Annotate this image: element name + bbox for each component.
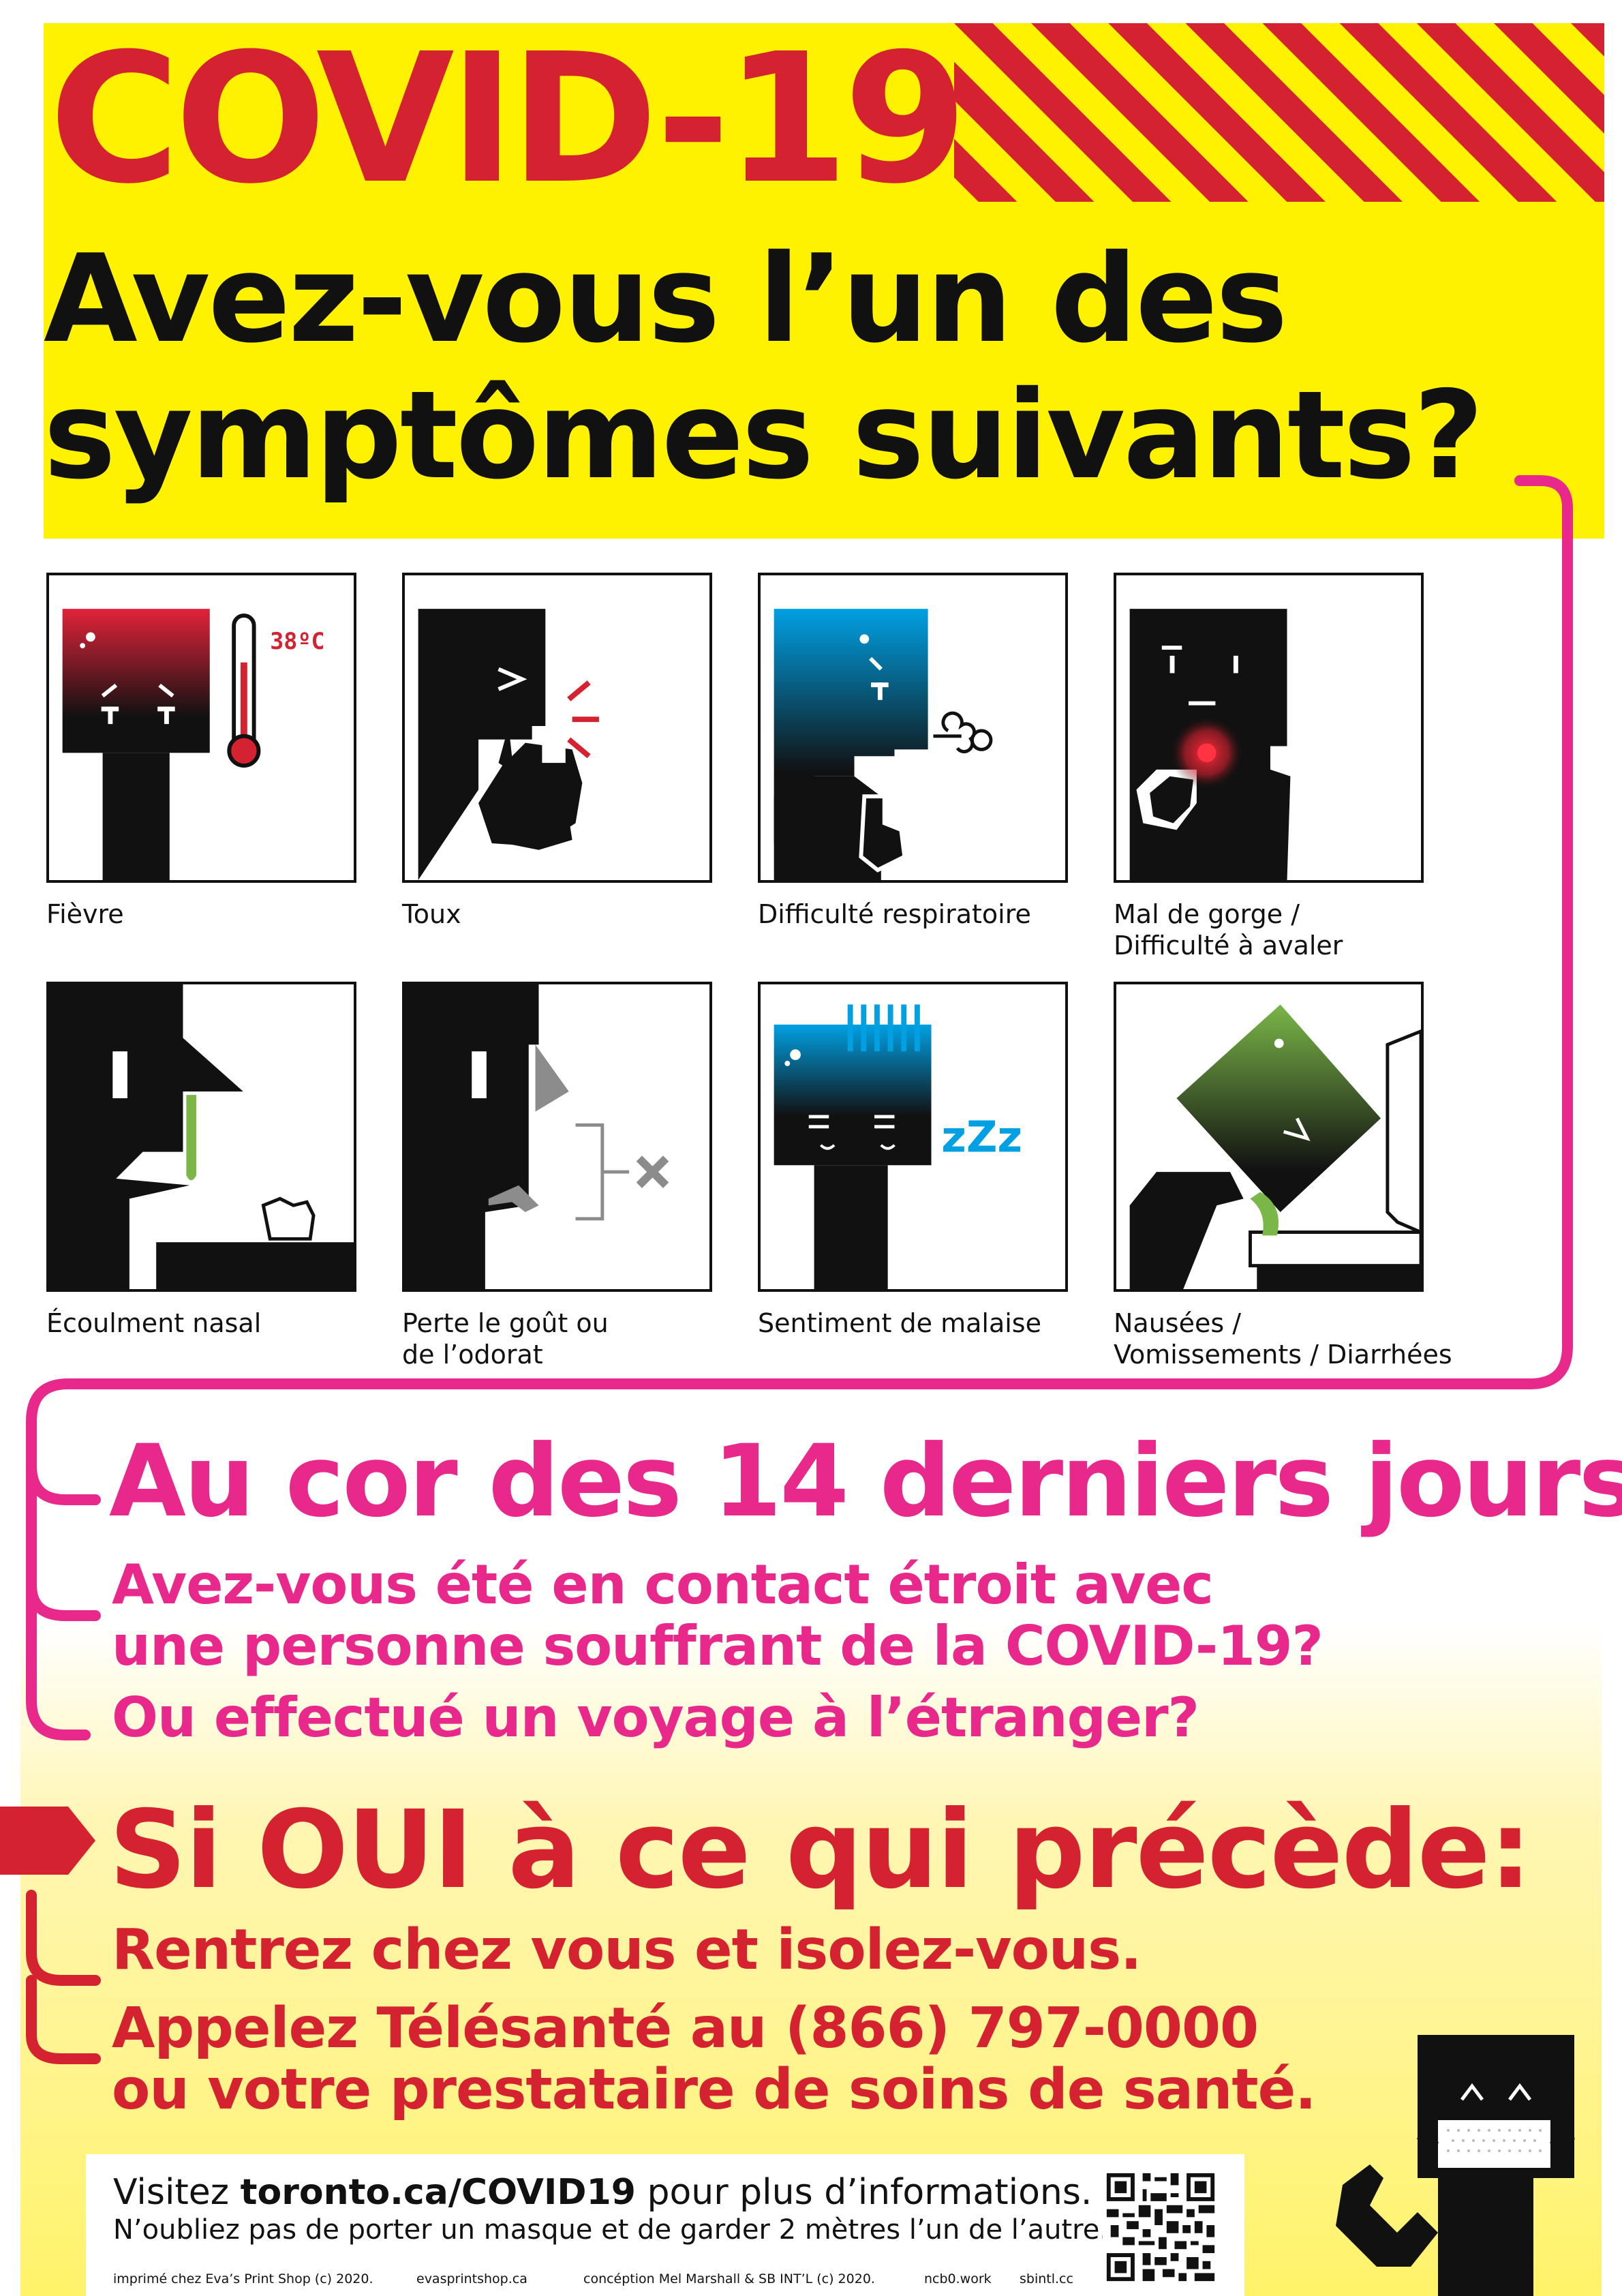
visit-line: Visitez toronto.ca/COVID19 pour plus d’i… — [113, 2172, 1092, 2213]
headline-line-2: symptômes suivants? — [44, 365, 1484, 506]
question-close-contact-line-2: une personne souffrant de la COVID-19? — [112, 1614, 1323, 1678]
visit-prefix: Visitez — [113, 2172, 241, 2213]
symptom-label: Mal de gorge / Difficulté à avaler — [1114, 898, 1550, 961]
runny-nose-icon — [46, 982, 356, 1292]
question-close-contact-line-1: Avez-vous été en contact étroit avec — [112, 1553, 1214, 1616]
instruction-call-line-1: Appelez Télésanté au (866) 797-0000 — [112, 1996, 1259, 2061]
mask-reminder: N’oubliez pas de porter un masque et de … — [113, 2214, 1109, 2246]
fever-temperature-badge: 38ºC — [270, 628, 324, 654]
credit-ncb0: ncb0.work — [924, 2271, 992, 2286]
info-box: Visitez toronto.ca/COVID19 pour plus d’i… — [86, 2154, 1244, 2296]
headline-line-1: Avez-vous l’un des — [44, 228, 1288, 369]
instruction-isolate: Rentrez chez vous et isolez-vous. — [112, 1918, 1142, 1982]
warning-stripes — [954, 23, 1604, 202]
credit-printer: imprimé chez Eva’s Print Shop (c) 2020. — [113, 2271, 373, 2286]
page-title: COVID-19 — [49, 15, 968, 223]
instruction-call-line-2: ou votre prestataire de soins de santé. — [112, 2057, 1316, 2122]
fever-icon: 38ºC — [46, 573, 356, 883]
toronto-link[interactable]: toronto.ca/COVID19 — [241, 2172, 636, 2213]
malaise-icon: zZz — [758, 982, 1068, 1292]
credit-printer-url: evasprintshop.ca — [416, 2271, 527, 2286]
poster: COVID-19 Avez-vous l’un des symptômes su… — [0, 0, 1622, 2296]
symptom-label-line-1: Mal de gorge / — [1114, 899, 1300, 929]
header-banner: COVID-19 Avez-vous l’un des symptômes su… — [44, 23, 1604, 539]
questions-heading: Au cor des 14 derniers jours: — [109, 1423, 1622, 1539]
loss-of-taste-smell-icon — [402, 982, 712, 1292]
credit-sbintl: sbintl.cc — [1020, 2271, 1073, 2286]
visit-suffix: pour plus d’informations. — [635, 2172, 1092, 2213]
symptom-label-line-2: Vomissements / Diarrhées — [1114, 1340, 1452, 1370]
qr-code[interactable] — [1103, 2169, 1219, 2285]
sore-throat-icon — [1114, 573, 1424, 883]
symptom-label-line-2: Difficulté à avaler — [1114, 931, 1343, 961]
credit-design: concéption Mel Marshall & SB INT’L (c) 2… — [583, 2271, 875, 2286]
if-yes-heading: Si OUI à ce qui précède: — [109, 1787, 1532, 1913]
mascot-icon — [1336, 2035, 1575, 2296]
headline: Avez-vous l’un des symptômes suivants? — [44, 228, 1484, 506]
question-travel: Ou effectué un voyage à l’étranger? — [112, 1686, 1199, 1749]
sleep-zzz-badge: zZz — [941, 1113, 1022, 1162]
symptom-label: Nausées / Vomissements / Diarrhées — [1114, 1308, 1550, 1370]
symptom-label-line-1: Nausées / — [1114, 1308, 1242, 1338]
symptom-label-line-2: de l’odorat — [402, 1340, 543, 1370]
breathing-difficulty-icon — [758, 573, 1068, 883]
cough-icon — [402, 573, 712, 883]
nausea-icon — [1114, 982, 1424, 1292]
